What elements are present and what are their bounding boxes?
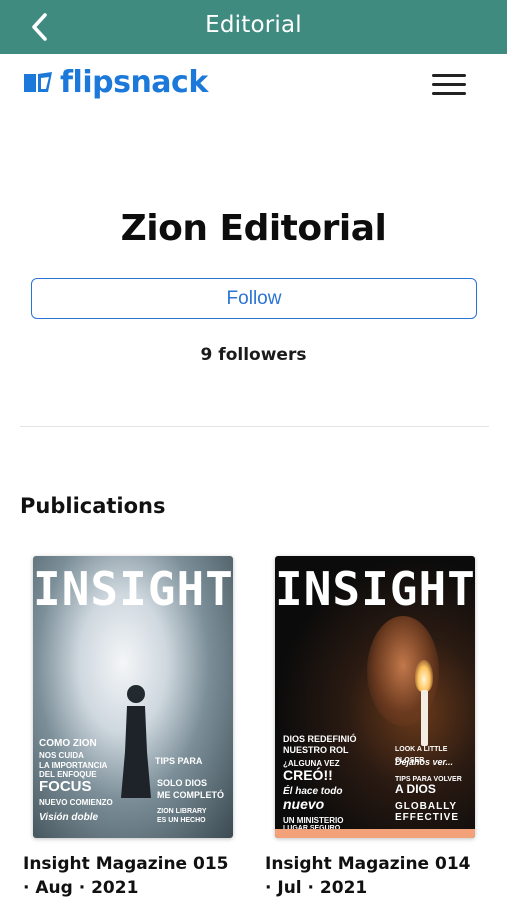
logo-wordmark: flipsnack bbox=[60, 65, 208, 100]
cover-masthead: INSIGHT bbox=[33, 562, 233, 616]
cover-line: Visión doble bbox=[39, 812, 99, 823]
cover-line: ME COMPLETÓ bbox=[157, 790, 224, 800]
cover-masthead: INSIGHT bbox=[275, 562, 475, 616]
profile-name: Zion Editorial bbox=[120, 208, 387, 249]
header-title: Editorial bbox=[205, 12, 302, 38]
divider bbox=[20, 426, 489, 427]
hamburger-menu-icon bbox=[432, 74, 466, 95]
cover-accent-band bbox=[275, 829, 475, 838]
cover-figure-image bbox=[121, 685, 151, 798]
cover-line: DIOS REDEFINIÓ bbox=[283, 734, 357, 744]
cover-line: TIPS PARA bbox=[155, 756, 203, 766]
flipsnack-logo[interactable]: flipsnack bbox=[22, 66, 208, 100]
publication-title[interactable]: Insight Magazine 015 · Aug · 2021 bbox=[23, 852, 238, 900]
cover-line: SOLO DIOS bbox=[157, 778, 208, 788]
publication-cover[interactable]: INSIGHT COMO ZION NOS CUIDA LA IMPORTANC… bbox=[33, 556, 233, 838]
publication-title[interactable]: Insight Magazine 014 · Jul · 2021 bbox=[265, 852, 480, 900]
followers-count: 9 followers bbox=[200, 345, 307, 365]
cover-line: NUESTRO ROL bbox=[283, 745, 349, 755]
cover-line: A DIOS bbox=[395, 782, 436, 796]
cover-line: Déjanos ver... bbox=[395, 757, 454, 767]
publication-cover[interactable]: INSIGHT DIOS REDEFINIÓ NUESTRO ROL ¿ALGU… bbox=[275, 556, 475, 838]
cover-line: COMO ZION bbox=[39, 738, 97, 749]
cover-line: GLOBALLY bbox=[395, 801, 458, 812]
candle-flame-image bbox=[415, 660, 433, 692]
menu-button[interactable] bbox=[432, 74, 466, 98]
cover-line: ES UN HECHO bbox=[157, 817, 206, 824]
cover-line: FOCUS bbox=[39, 778, 92, 795]
publication-card[interactable]: INSIGHT COMO ZION NOS CUIDA LA IMPORTANC… bbox=[23, 556, 233, 900]
cover-line: nuevo bbox=[283, 796, 325, 812]
app-header: Editorial bbox=[0, 0, 507, 54]
candle-image bbox=[421, 690, 428, 746]
cover-line: NUEVO COMIENZO bbox=[39, 798, 113, 807]
cover-line: EFFECTIVE bbox=[395, 812, 460, 823]
follow-button[interactable]: Follow bbox=[31, 278, 477, 319]
publication-card[interactable]: INSIGHT DIOS REDEFINIÓ NUESTRO ROL ¿ALGU… bbox=[265, 556, 475, 900]
cover-line: CREÓ!! bbox=[283, 767, 333, 783]
flipbook-icon bbox=[24, 72, 52, 92]
publications-heading: Publications bbox=[20, 494, 166, 518]
brand-bar: flipsnack bbox=[0, 54, 507, 118]
